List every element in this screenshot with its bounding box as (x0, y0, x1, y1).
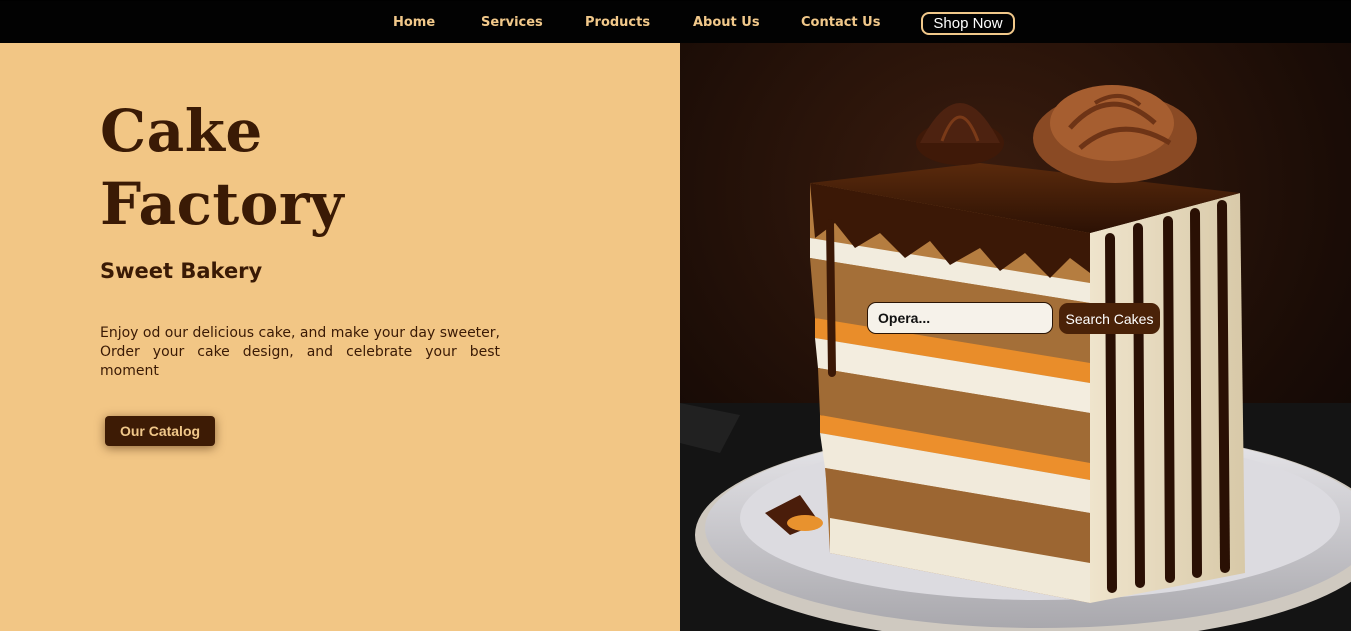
nav-services[interactable]: Services (481, 15, 543, 30)
nav-about-us[interactable]: About Us (693, 15, 760, 30)
search-cakes-button[interactable]: Search Cakes (1059, 303, 1160, 334)
top-navigation: Home Services Products About Us Contact … (0, 1, 1351, 43)
subtitle: Sweet Bakery (100, 259, 263, 283)
page-title: Cake Factory (100, 95, 344, 241)
title-line-2: Factory (100, 170, 345, 238)
nav-contact-us[interactable]: Contact Us (801, 15, 880, 30)
hero-description: Enjoy od our delicious cake, and make yo… (100, 325, 500, 379)
nav-home[interactable]: Home (393, 15, 435, 30)
hero-text-panel: Cake Factory Sweet Bakery Enjoy od our d… (0, 43, 680, 631)
shop-now-button[interactable]: Shop Now (921, 12, 1015, 35)
hero-image-panel (680, 43, 1351, 631)
cake-image (680, 43, 1351, 631)
title-line-1: Cake (100, 97, 263, 165)
search-input[interactable] (867, 302, 1053, 334)
our-catalog-button[interactable]: Our Catalog (105, 416, 215, 446)
nav-products[interactable]: Products (585, 15, 650, 30)
